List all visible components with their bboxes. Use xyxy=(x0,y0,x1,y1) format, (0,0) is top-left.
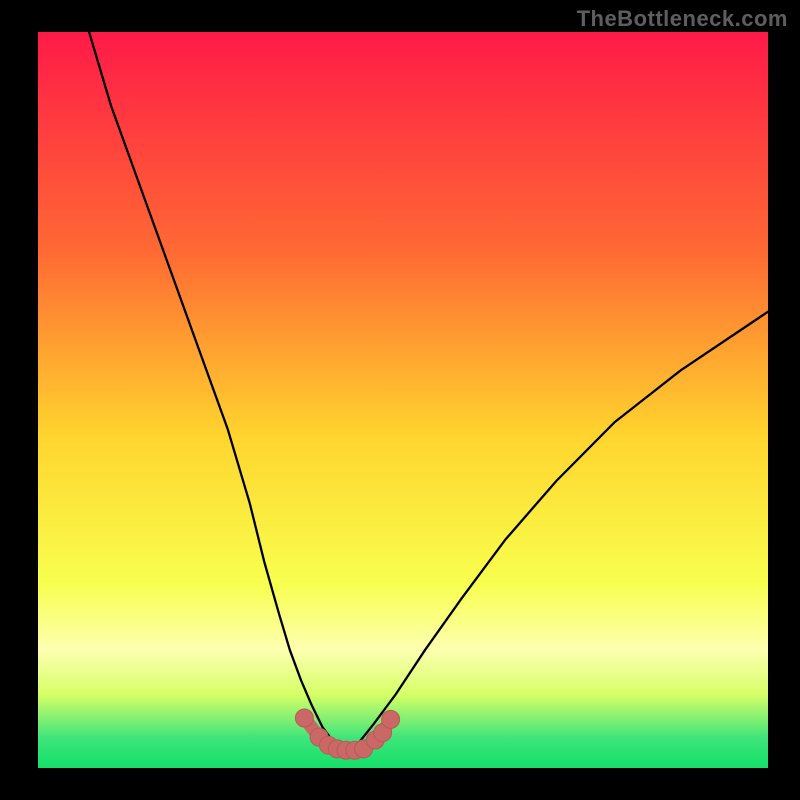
plot-background xyxy=(38,32,768,768)
chart-frame: TheBottleneck.com xyxy=(0,0,800,800)
watermark-text: TheBottleneck.com xyxy=(577,6,788,32)
data-dot xyxy=(295,709,313,727)
data-dot xyxy=(382,710,400,728)
chart-svg xyxy=(0,0,800,800)
